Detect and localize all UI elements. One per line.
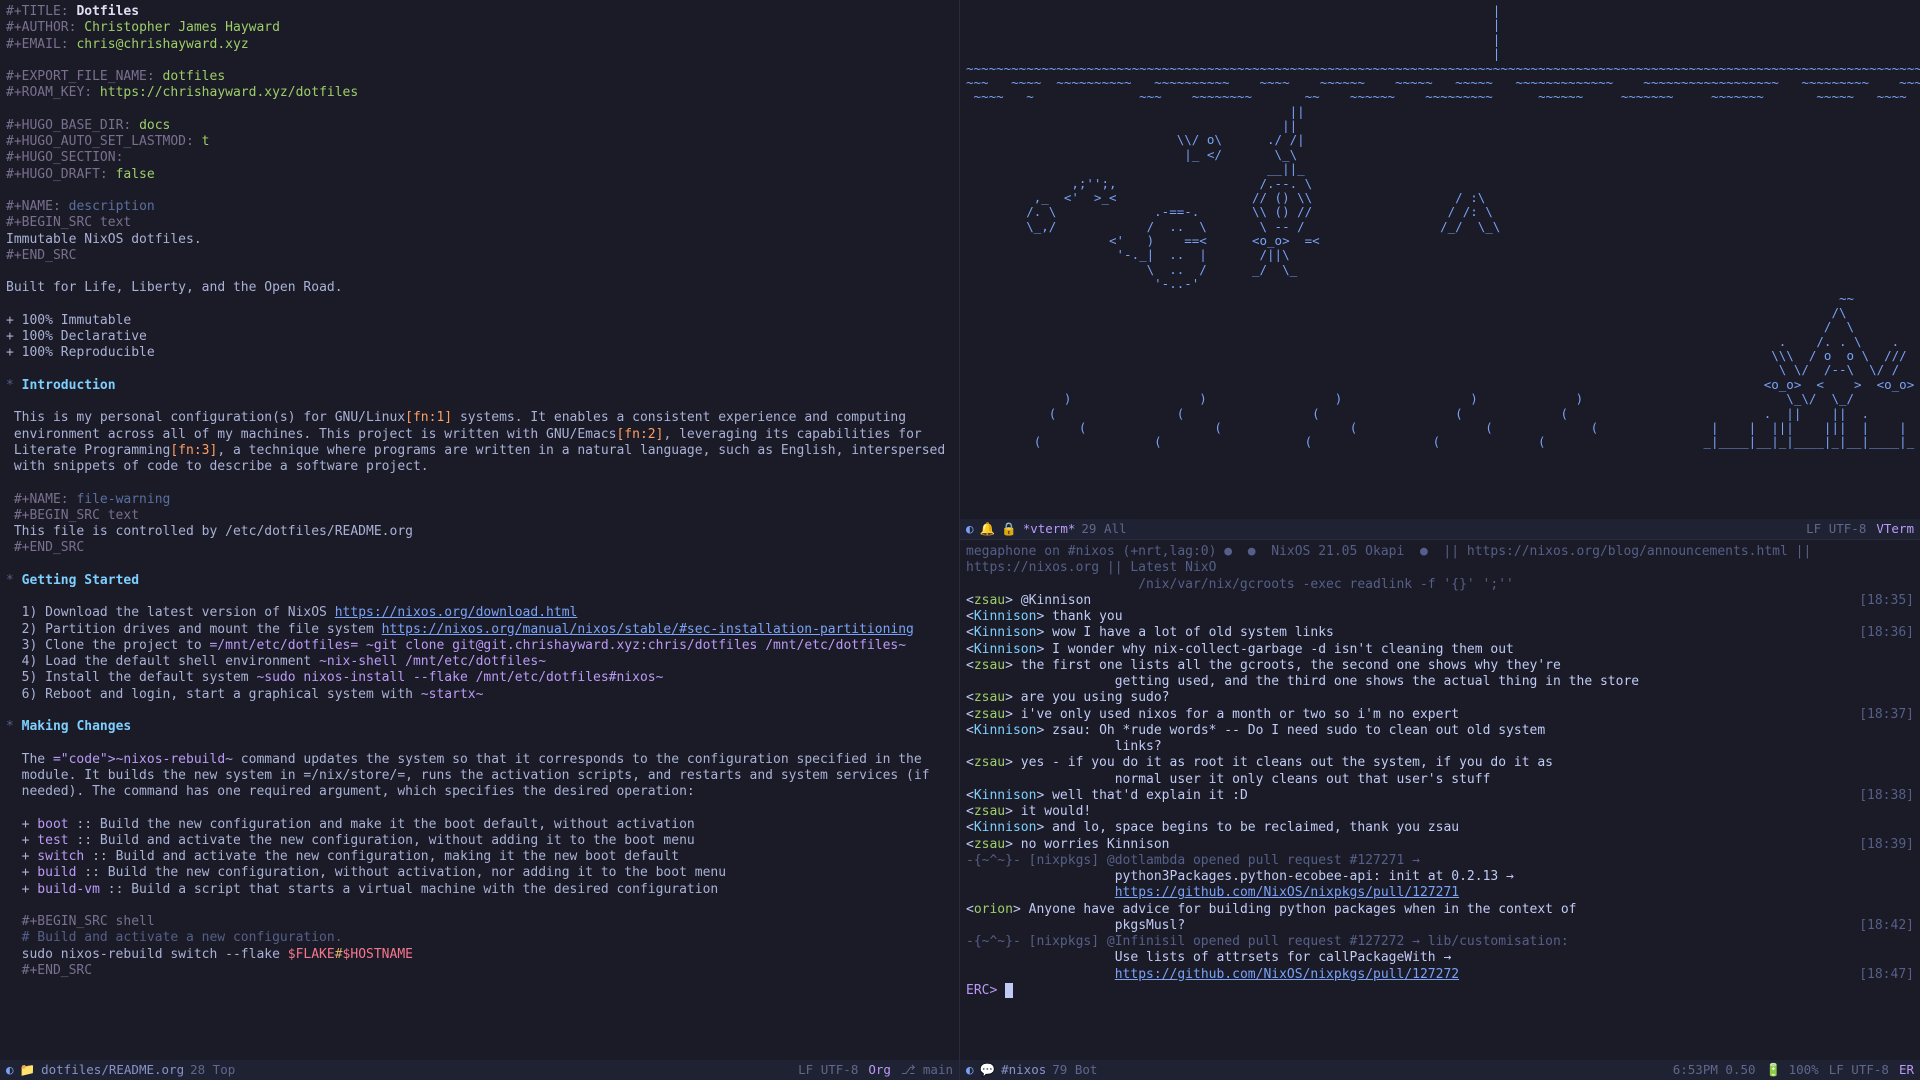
irc-line: <Kinnison> thank you <box>966 609 1914 625</box>
irc-line: [18:42]<padding> pkgsMusl? <box>966 918 1914 934</box>
modeline-vterm: ◐ 🔔 🔒 *vterm* 29 All LF UTF-8 VTerm <box>960 519 1920 539</box>
step-item: 2) Partition drives and mount the file s… <box>22 622 953 638</box>
step-item: 3) Clone the project to =/mnt/etc/dotfil… <box>22 638 953 654</box>
step-item: 6) Reboot and login, start a graphical s… <box>22 687 953 703</box>
step-item: 4) Load the default shell environment ~n… <box>22 654 953 670</box>
irc-line: <Kinnison> zsau: Oh *rude words* -- Do I… <box>966 723 1914 739</box>
state-icon: ◐ <box>6 1062 14 1078</box>
irc-line: <padding> normal user it only cleans out… <box>966 772 1914 788</box>
op-item: + test :: Build and activate the new con… <box>22 833 953 849</box>
chat-icon: 💬 <box>980 1062 996 1078</box>
git-branch-icon: ⎇ main <box>901 1062 953 1078</box>
irc-line: [18:36]<Kinnison> wow I have a lot of ol… <box>966 625 1914 641</box>
bell-icon: 🔔 <box>980 521 996 537</box>
op-item: + boot :: Build the new configuration an… <box>22 817 953 833</box>
irc-line: <zsau> it would! <box>966 804 1914 820</box>
irc-line: -{~^~}- [nixpkgs] @Infinisil opened pull… <box>966 934 1914 950</box>
modeline-irc: ◐ 💬 #nixos 79 Bot 6:53PM 0.50 🔋 100% LF … <box>960 1060 1920 1080</box>
irc-line: <padding> links? <box>966 739 1914 755</box>
battery-icon: 🔋 100% <box>1766 1062 1819 1078</box>
op-item: + switch :: Build and activate the new c… <box>22 849 953 865</box>
irc-line: <Kinnison> I wonder why nix-collect-garb… <box>966 642 1914 658</box>
irc-line: <zsau> the first one lists all the gcroo… <box>966 658 1914 674</box>
irc-line: -{~^~}- [nixpkgs] @dotlambda opened pull… <box>966 853 1914 869</box>
irc-topic: megaphone on #nixos (+nrt,lag:0) ● ● Nix… <box>966 544 1914 577</box>
kw-title: #+TITLE: <box>6 4 69 19</box>
irc-prompt[interactable]: ERC> <box>966 983 1005 998</box>
irc-line: [18:39]<zsau> no worries Kinnison <box>966 837 1914 853</box>
op-item: + build :: Build the new configuration, … <box>22 865 953 881</box>
lock-icon: 🔒 <box>1001 521 1017 537</box>
folder-icon: 📁 <box>20 1062 36 1078</box>
modeline-editor: ◐ 📁 dotfiles/README.org 28 Top LF UTF-8 … <box>0 1060 959 1080</box>
irc-buffer[interactable]: megaphone on #nixos (+nrt,lag:0) ● ● Nix… <box>960 540 1920 1080</box>
op-item: + build-vm :: Build a script that starts… <box>22 882 953 898</box>
irc-line: <padding> getting used, and the third on… <box>966 674 1914 690</box>
state-icon: ◐ <box>966 521 974 537</box>
irc-line: <padding> Use lists of attrsets for call… <box>966 950 1914 966</box>
vterm-buffer[interactable]: | | | <box>960 0 1920 540</box>
irc-line: [18:38]<Kinnison> well that'd explain it… <box>966 788 1914 804</box>
state-icon: ◐ <box>966 1062 974 1078</box>
step-item: 1) Download the latest version of NixOS … <box>22 605 953 621</box>
org-content: #+TITLE: Dotfiles #+AUTHOR: Christopher … <box>6 4 953 979</box>
irc-line: <Kinnison> and lo, space begins to be re… <box>966 820 1914 836</box>
irc-line: <padding> python3Packages.python-ecobee-… <box>966 869 1914 885</box>
ascii-art: | | | <box>966 4 1914 450</box>
org-buffer[interactable]: #+TITLE: Dotfiles #+AUTHOR: Christopher … <box>0 0 960 1080</box>
irc-line: <orion> Anyone have advice for building … <box>966 902 1914 918</box>
irc-line: [18:47]<padding> https://github.com/NixO… <box>966 967 1914 983</box>
irc-line: [18:37]<zsau> i've only used nixos for a… <box>966 707 1914 723</box>
irc-line: [18:35]<zsau> @Kinnison <box>966 593 1914 609</box>
step-item: 5) Install the default system ~sudo nixo… <box>22 670 953 686</box>
irc-line: <padding> https://github.com/NixOS/nixpk… <box>966 885 1914 901</box>
irc-line: <zsau> yes - if you do it as root it cle… <box>966 755 1914 771</box>
irc-line: <zsau> are you using sudo? <box>966 690 1914 706</box>
